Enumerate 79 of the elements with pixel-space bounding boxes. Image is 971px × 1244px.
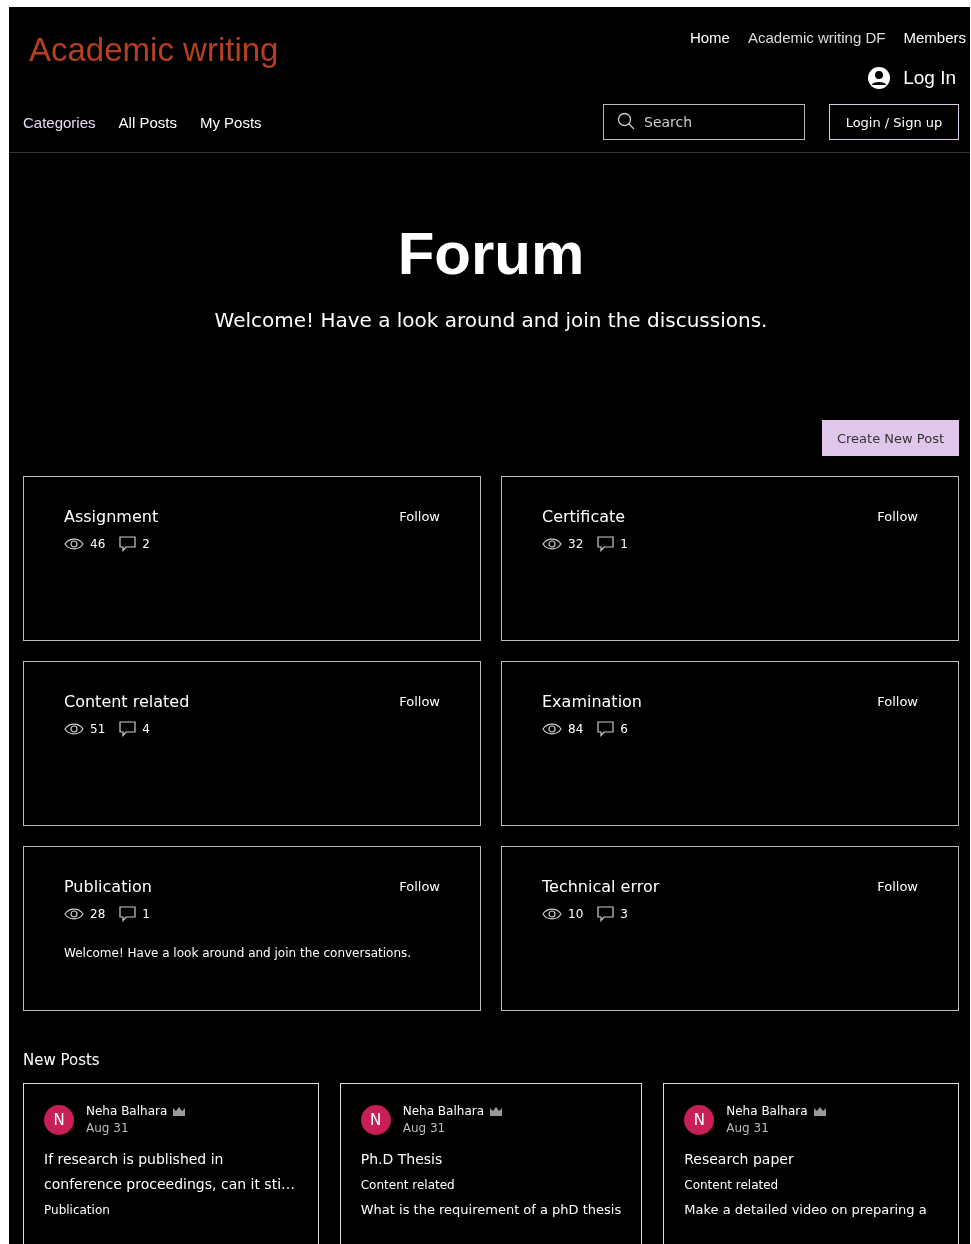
follow-button[interactable]: Follow bbox=[399, 879, 440, 894]
category-name: Assignment bbox=[64, 507, 159, 526]
follow-button[interactable]: Follow bbox=[877, 879, 918, 894]
login-signup-button[interactable]: Login / Sign up bbox=[829, 104, 959, 140]
view-count: 84 bbox=[568, 722, 584, 736]
avatar: N bbox=[44, 1104, 74, 1135]
post-title: If research is published in conference proceedings, can it sti… bbox=[44, 1150, 297, 1194]
comment-count: 1 bbox=[620, 537, 628, 551]
category-name: Publication bbox=[64, 877, 152, 896]
category-card[interactable]: Certificate Follow 32 1 bbox=[501, 476, 959, 641]
comment-icon bbox=[597, 536, 615, 552]
comment-icon bbox=[597, 906, 615, 922]
category-name: Certificate bbox=[542, 507, 626, 526]
post-card[interactable]: N Neha Balhara Aug 31 If research is published in conference proceedings, can it sti… Publication bbox=[23, 1083, 319, 1244]
comment-count: 1 bbox=[142, 907, 150, 921]
nav-link[interactable]: Home bbox=[689, 29, 730, 46]
category-card[interactable]: Publication Follow 28 1 Welcome! Have a look around and join the conversations. bbox=[23, 846, 481, 1011]
nav-link[interactable]: Members bbox=[903, 29, 966, 46]
category-name: Technical error bbox=[542, 877, 660, 896]
follow-button[interactable]: Follow bbox=[399, 694, 440, 709]
post-date: Aug 31 bbox=[402, 1121, 447, 1135]
create-post-button[interactable]: Create New Post bbox=[822, 420, 959, 456]
forum-nav-link[interactable]: All Posts bbox=[118, 113, 177, 131]
nav-link[interactable]: Academic writing DF bbox=[747, 29, 886, 46]
comment-count: 2 bbox=[142, 537, 150, 551]
comment-count: 6 bbox=[620, 722, 628, 736]
site-logo[interactable]: Academic writing bbox=[29, 31, 279, 69]
comment-count: 4 bbox=[142, 722, 150, 736]
author-name: Neha Balhara bbox=[86, 1104, 168, 1118]
follow-button[interactable]: Follow bbox=[877, 694, 918, 709]
view-count: 51 bbox=[90, 722, 106, 736]
category-card[interactable]: Technical error Follow 10 3 bbox=[501, 846, 959, 1011]
forum-title: Forum bbox=[396, 219, 586, 288]
forum-nav-link[interactable]: Categories bbox=[23, 113, 96, 131]
category-card[interactable]: Examination Follow 84 6 bbox=[501, 661, 959, 826]
category-description: Welcome! Have a look around and join the conversations. bbox=[64, 946, 413, 960]
comment-icon bbox=[119, 536, 137, 552]
category-name: Examination bbox=[542, 692, 642, 711]
comment-count: 3 bbox=[620, 907, 628, 921]
author-name: Neha Balhara bbox=[726, 1104, 808, 1118]
eye-icon bbox=[542, 538, 562, 550]
eye-icon bbox=[64, 723, 84, 735]
category-name: Content related bbox=[64, 692, 190, 711]
eye-icon bbox=[542, 723, 562, 735]
post-category: Content related bbox=[684, 1178, 780, 1192]
log-in-button[interactable]: Log In bbox=[867, 66, 956, 90]
comment-icon bbox=[597, 721, 615, 737]
category-card[interactable]: Content related Follow 51 4 bbox=[23, 661, 481, 826]
category-card[interactable]: Assignment Follow 46 2 bbox=[23, 476, 481, 641]
post-card[interactable]: N Neha Balhara Aug 31 Ph.D Thesis Content related What is the requirement of a phD thesis bbox=[339, 1083, 643, 1244]
forum-nav-link[interactable]: My Posts bbox=[199, 113, 262, 131]
author-name: Neha Balhara bbox=[402, 1104, 485, 1118]
view-count: 46 bbox=[90, 537, 106, 551]
view-count: 10 bbox=[568, 907, 584, 921]
section-heading: New Posts bbox=[23, 1051, 101, 1069]
avatar: N bbox=[360, 1104, 391, 1135]
eye-icon bbox=[542, 908, 562, 920]
post-title: Ph.D Thesis bbox=[360, 1150, 444, 1169]
user-avatar-icon bbox=[867, 66, 892, 90]
post-date: Aug 31 bbox=[86, 1121, 130, 1135]
post-category: Publication bbox=[44, 1203, 111, 1217]
post-date: Aug 31 bbox=[726, 1121, 770, 1135]
forum-subtitle: Welcome! Have a look around and join the discussions. bbox=[213, 308, 769, 332]
follow-button[interactable]: Follow bbox=[877, 509, 918, 524]
eye-icon bbox=[64, 538, 84, 550]
eye-icon bbox=[64, 908, 84, 920]
search-field[interactable]: Search bbox=[603, 104, 805, 140]
view-count: 28 bbox=[90, 907, 106, 921]
view-count: 32 bbox=[568, 537, 584, 551]
post-card[interactable]: N Neha Balhara Aug 31 Research paper Content related Make a detailed video on preparing a bbox=[663, 1083, 959, 1244]
post-excerpt: What is the requirement of a phD thesis bbox=[360, 1202, 622, 1217]
avatar: N bbox=[684, 1104, 715, 1135]
follow-button[interactable]: Follow bbox=[399, 509, 440, 524]
comment-icon bbox=[119, 906, 137, 922]
post-excerpt: Make a detailed video on preparing a bbox=[684, 1202, 928, 1217]
search-icon bbox=[617, 112, 635, 130]
post-category: Content related bbox=[360, 1178, 456, 1192]
post-title: Research paper bbox=[684, 1150, 795, 1169]
comment-icon bbox=[119, 721, 137, 737]
